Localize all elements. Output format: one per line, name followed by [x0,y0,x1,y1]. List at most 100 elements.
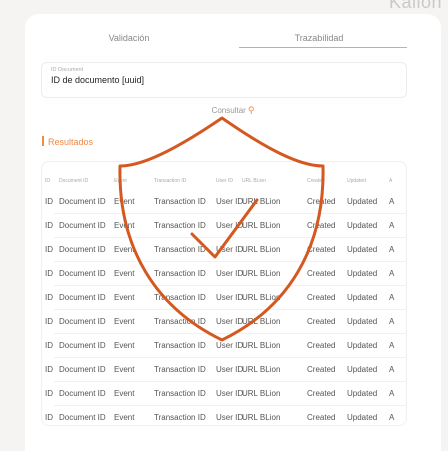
document-id-label: ID Document [51,67,84,73]
cell-transaction-id: Transaction ID [154,269,206,278]
cell-event: Event [114,269,135,278]
cell-document-id: Document ID [59,293,106,302]
table-row[interactable]: ID Document ID Event Transaction ID User ID U… [42,190,406,214]
header-updated: Updated [347,178,366,184]
table-header: ID Document ID Event Transaction ID User… [42,175,406,187]
consult-label: Consultar [211,106,246,115]
cell-url-blion: URL BLion [242,413,281,422]
cell-user-id: User ID [216,245,244,254]
cell-created: Created [307,317,336,326]
cell-updated: Updated [347,341,378,350]
header-created: Created [307,178,325,184]
cell-id: ID [45,341,53,350]
consult-button[interactable]: Consultar ⚲ [25,105,441,116]
cell-transaction-id: Transaction ID [154,221,206,230]
cell-updated: Updated [347,221,378,230]
cell-id: ID [45,221,53,230]
cell-url-blion: URL BLion [242,365,281,374]
cell-url-blion: URL BLion [242,341,281,350]
cell-id: ID [45,317,53,326]
cell-user-id: User ID [216,293,244,302]
cell-a: A [389,197,395,206]
table-row[interactable]: ID Document ID Event Transaction ID User ID U… [42,214,406,238]
cell-document-id: Document ID [59,197,106,206]
cell-transaction-id: Transaction ID [154,389,206,398]
cell-a: A [389,269,395,278]
cell-user-id: User ID [216,269,244,278]
cell-updated: Updated [347,197,378,206]
table-row[interactable]: ID Document ID Event Transaction ID User ID U… [42,238,406,262]
cell-id: ID [45,245,53,254]
table-row[interactable]: ID Document ID Event Transaction ID User ID U… [42,286,406,310]
cell-updated: Updated [347,389,378,398]
table-row[interactable]: ID Document ID Event Transaction ID User ID U… [42,382,406,406]
tab-bar: Validación Trazabilidad [39,30,423,62]
cell-document-id: Document ID [59,413,106,422]
document-id-field[interactable]: ID Document ID de documento [uuid] [41,62,407,98]
cell-transaction-id: Transaction ID [154,365,206,374]
cell-created: Created [307,245,336,254]
header-user-id: User ID [216,178,233,184]
cell-updated: Updated [347,317,378,326]
cell-url-blion: URL BLion [242,269,281,278]
cell-a: A [389,221,395,230]
brand-logo: Kallon [388,0,442,12]
cell-a: A [389,245,395,254]
cell-document-id: Document ID [59,389,106,398]
tab-validacion[interactable]: Validación [39,30,219,62]
table-row[interactable]: ID Document ID Event Transaction ID User ID U… [42,310,406,334]
results-heading: Resultados [42,136,93,147]
cell-updated: Updated [347,269,378,278]
table-row[interactable]: ID Document ID Event Transaction ID User ID U… [42,262,406,286]
cell-url-blion: URL BLion [242,293,281,302]
cell-event: Event [114,365,135,374]
table-row[interactable]: ID Document ID Event Transaction ID User ID U… [42,334,406,358]
cell-created: Created [307,269,336,278]
table-row[interactable]: ID Document ID Event Transaction ID User ID U… [42,406,406,425]
cell-created: Created [307,293,336,302]
cell-created: Created [307,221,336,230]
results-table: ID Document ID Event Transaction ID User… [41,161,407,426]
tab-trazabilidad[interactable]: Trazabilidad [229,30,409,62]
cell-created: Created [307,389,336,398]
header-transaction-id: Transaction ID [154,178,187,184]
cell-user-id: User ID [216,413,244,422]
header-event: Event [114,178,127,184]
cell-event: Event [114,341,135,350]
cell-url-blion: URL BLion [242,221,281,230]
cell-created: Created [307,365,336,374]
cell-a: A [389,389,395,398]
cell-document-id: Document ID [59,221,106,230]
cell-user-id: User ID [216,365,244,374]
cell-created: Created [307,341,336,350]
cell-event: Event [114,197,135,206]
cell-a: A [389,341,395,350]
cell-transaction-id: Transaction ID [154,293,206,302]
cell-id: ID [45,413,53,422]
cell-id: ID [45,269,53,278]
cell-event: Event [114,413,135,422]
document-id-input[interactable]: ID de documento [uuid] [51,75,397,85]
header-url-blion: URL BLion [242,178,266,184]
cell-url-blion: URL BLion [242,245,281,254]
cell-a: A [389,293,395,302]
search-icon: ⚲ [247,105,255,115]
cell-document-id: Document ID [59,269,106,278]
cell-url-blion: URL BLion [242,389,281,398]
table-row[interactable]: ID Document ID Event Transaction ID User ID U… [42,358,406,382]
cell-a: A [389,365,395,374]
cell-updated: Updated [347,293,378,302]
cell-transaction-id: Transaction ID [154,197,206,206]
cell-updated: Updated [347,413,378,422]
cell-user-id: User ID [216,197,244,206]
cell-user-id: User ID [216,389,244,398]
cell-event: Event [114,221,135,230]
cell-id: ID [45,365,53,374]
cell-created: Created [307,413,336,422]
cell-transaction-id: Transaction ID [154,317,206,326]
cell-a: A [389,413,395,422]
cell-url-blion: URL BLion [242,317,281,326]
cell-event: Event [114,245,135,254]
cell-document-id: Document ID [59,245,106,254]
cell-document-id: Document ID [59,341,106,350]
